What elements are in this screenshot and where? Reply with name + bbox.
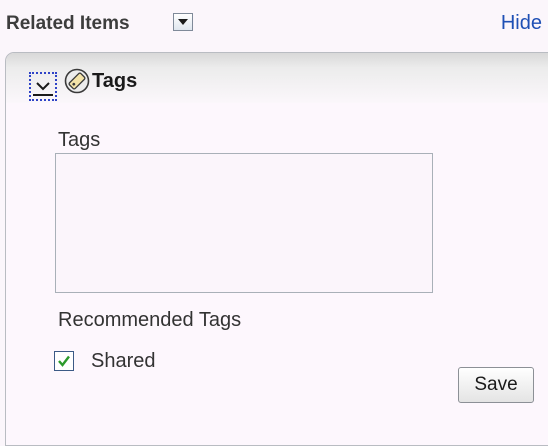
- shared-checkbox[interactable]: [54, 351, 74, 371]
- recommended-tags-label: Recommended Tags: [58, 309, 242, 331]
- related-items-bar: Related Items Hide: [0, 0, 548, 48]
- save-button[interactable]: Save: [458, 367, 534, 403]
- shared-label[interactable]: Shared: [91, 350, 156, 373]
- chevron-down-icon: [36, 82, 50, 91]
- tag-icon: [64, 68, 90, 94]
- toggle-underline: [33, 94, 53, 96]
- related-items-title: Related Items: [6, 13, 130, 34]
- hide-link[interactable]: Hide: [501, 12, 542, 35]
- collapse-toggle-button[interactable]: [29, 72, 57, 101]
- tags-panel-title: Tags: [92, 70, 138, 92]
- chevron-down-icon: [178, 19, 188, 25]
- related-items-dropdown-button[interactable]: [173, 13, 193, 31]
- tags-field-label: Tags: [58, 129, 101, 151]
- checkmark-icon: [58, 355, 70, 367]
- tags-input[interactable]: [55, 153, 433, 293]
- tags-panel: Tags Tags Recommended Tags Shared Save: [5, 52, 548, 446]
- tags-panel-header: Tags: [6, 53, 548, 103]
